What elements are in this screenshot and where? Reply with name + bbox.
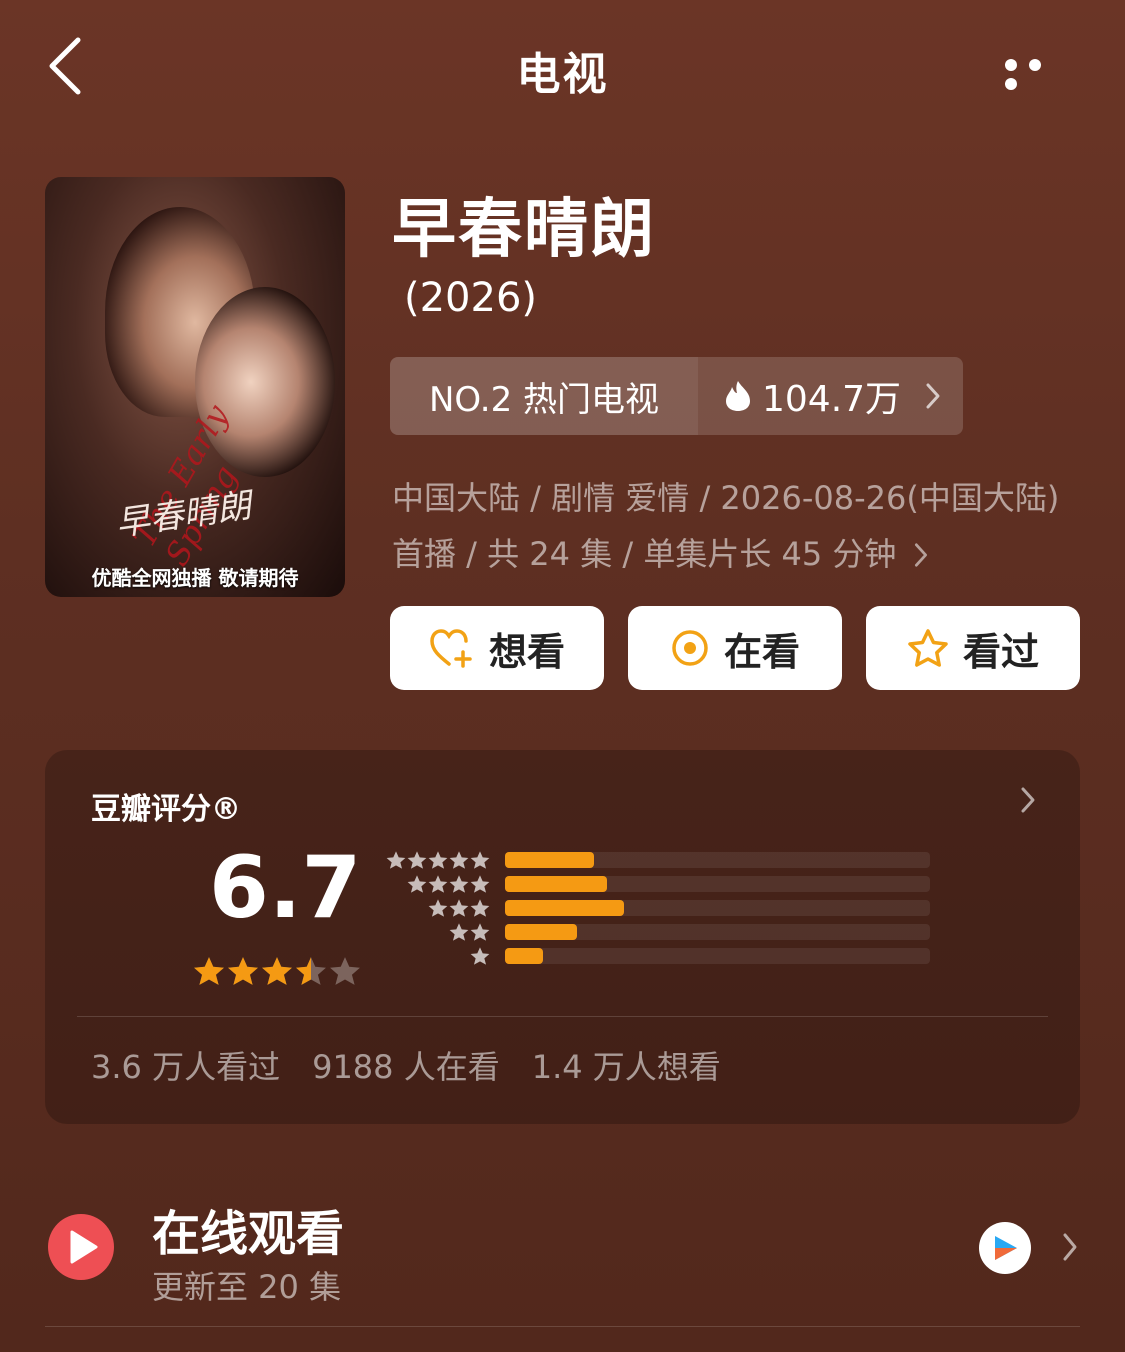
star-outline-icon: [908, 629, 948, 667]
chevron-right-icon: [914, 543, 927, 567]
star-icon: [262, 957, 292, 985]
watching-button[interactable]: 在看: [628, 606, 842, 690]
chevron-right-icon[interactable]: [1020, 786, 1036, 814]
distribution-bar-track: [505, 900, 930, 916]
star-icon: [470, 875, 490, 893]
watching-label: 在看: [723, 629, 800, 674]
rank-label: NO.2 热门电视: [390, 357, 698, 435]
want-to-watch-label: 想看: [488, 629, 565, 674]
distribution-stars-1: [375, 946, 490, 966]
page-title: 电视: [516, 49, 609, 100]
show-year: (2026): [404, 275, 538, 321]
distribution-bar-4: [505, 876, 607, 892]
watched-label: 看过: [962, 629, 1039, 674]
star-icon: [330, 957, 360, 985]
rating-label: 豆瓣评分®: [91, 792, 241, 827]
rank-bar[interactable]: NO.2 热门电视 104.7万: [390, 357, 963, 435]
poster-caption: 优酷全网独播 敬请期待: [91, 566, 299, 590]
star-icon: [470, 899, 490, 917]
fire-icon: [726, 381, 750, 411]
star-icon: [407, 851, 427, 869]
distribution-stars-5: [375, 850, 490, 870]
more-icon[interactable]: [1005, 56, 1069, 90]
star-icon: [470, 851, 490, 869]
distribution-stars-3: [375, 898, 490, 918]
rating-stats: 3.6 万人看过 9188 人在看 1.4 万人想看: [91, 1042, 721, 1088]
distribution-bar-track: [505, 924, 930, 940]
target-circle-icon: [672, 630, 708, 666]
star-icon: [228, 957, 258, 985]
distribution-bar-track: [505, 876, 930, 892]
heart-plus-icon: [430, 629, 472, 668]
watching-count: 9188 人在看: [312, 1048, 500, 1086]
star-icon: [449, 899, 469, 917]
rating-stars: [193, 955, 361, 987]
show-title: 早春晴朗: [392, 193, 656, 267]
want-count: 1.4 万人想看: [531, 1048, 721, 1086]
heat-section: 104.7万: [698, 370, 963, 422]
distribution-bar-2: [505, 924, 577, 940]
watched-count: 3.6 万人看过: [91, 1048, 281, 1086]
distribution-bar-track: [505, 948, 930, 964]
star-icon: [470, 923, 490, 941]
want-to-watch-button[interactable]: 想看: [390, 606, 604, 690]
star-icon: [470, 947, 490, 965]
rating-score: 6.7: [209, 838, 362, 938]
distribution-stars-4: [375, 874, 490, 894]
chevron-right-icon: [926, 383, 940, 409]
rating-card[interactable]: 豆瓣评分® 6.7 3.6 万人看过 9188 人在看 1.4 万人想看: [45, 750, 1080, 1124]
star-icon: [386, 851, 406, 869]
distribution-bar-3: [505, 900, 624, 916]
show-meta-text: 中国大陆 / 剧情 爱情 / 2026-08-26(中国大陆) 首播 / 共 2…: [392, 479, 1060, 573]
star-icon: [428, 899, 448, 917]
divider: [77, 1016, 1048, 1017]
star-icon: [449, 875, 469, 893]
star-icon: [449, 851, 469, 869]
star-icon: [407, 875, 427, 893]
online-watch-subtitle: 更新至 20 集: [152, 1268, 342, 1306]
show-meta[interactable]: 中国大陆 / 剧情 爱情 / 2026-08-26(中国大陆) 首播 / 共 2…: [392, 470, 1092, 582]
poster-script-title: 早春晴朗: [113, 485, 254, 545]
play-icon[interactable]: [48, 1214, 114, 1280]
distribution-stars-2: [375, 922, 490, 942]
star-icon: [428, 851, 448, 869]
poster-image[interactable]: The Early Spring 早春晴朗 优酷全网独播 敬请期待: [45, 177, 345, 597]
youku-logo-icon[interactable]: [979, 1222, 1031, 1274]
distribution-bar-5: [505, 852, 594, 868]
star-icon: [449, 923, 469, 941]
heat-value: 104.7万: [762, 379, 902, 420]
distribution-bar-1: [505, 948, 543, 964]
chevron-right-icon[interactable]: [1062, 1232, 1078, 1262]
star-icon: [296, 957, 326, 985]
divider: [45, 1326, 1080, 1327]
watched-button[interactable]: 看过: [866, 606, 1080, 690]
online-watch-title[interactable]: 在线观看: [152, 1194, 344, 1264]
distribution-bar-track: [505, 852, 930, 868]
star-icon: [194, 957, 224, 985]
star-icon: [428, 875, 448, 893]
